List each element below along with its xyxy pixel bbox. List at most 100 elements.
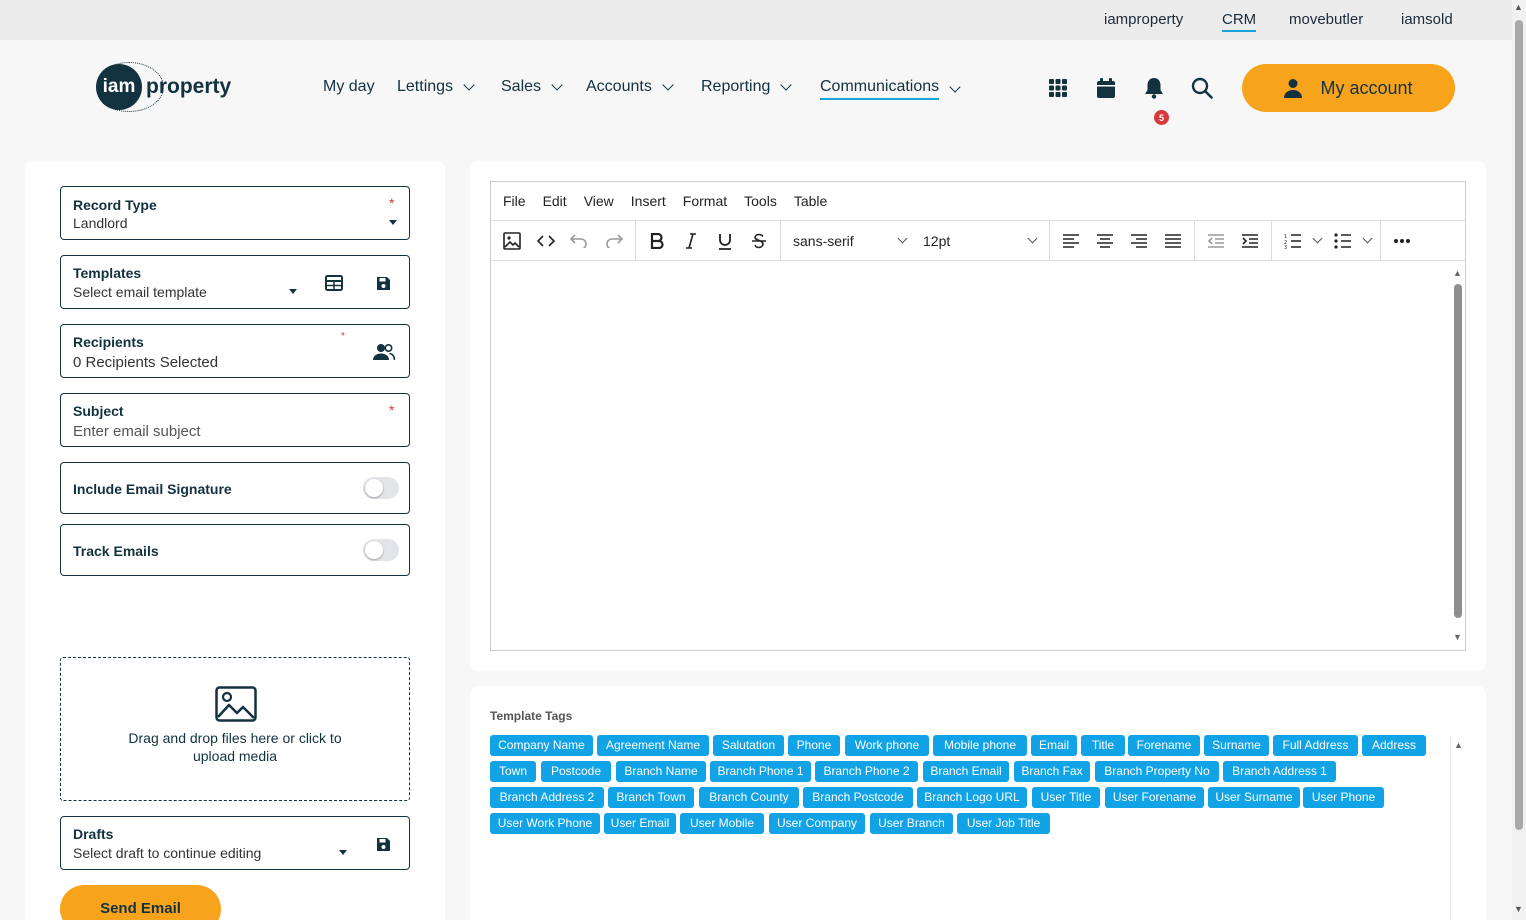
save-icon[interactable]: [376, 837, 391, 857]
tag-chip[interactable]: Branch Phone 1: [710, 761, 811, 782]
menu-table[interactable]: Table: [794, 193, 827, 209]
tag-chip[interactable]: Title: [1081, 735, 1125, 756]
align-justify-icon[interactable]: [1162, 230, 1184, 252]
link-iamsold[interactable]: iamsold: [1401, 11, 1453, 28]
scroll-down-arrow-icon[interactable]: ▼: [1514, 904, 1523, 914]
tag-chip[interactable]: Branch Address 2: [490, 787, 604, 808]
link-iamproperty[interactable]: iamproperty: [1104, 11, 1183, 28]
tag-chip[interactable]: User Forename: [1105, 787, 1204, 808]
tag-chip[interactable]: User Work Phone: [490, 813, 600, 834]
tag-chip[interactable]: Full Address: [1273, 735, 1358, 756]
search-icon[interactable]: [1190, 76, 1214, 100]
scroll-up-arrow-icon[interactable]: ▲: [1514, 2, 1523, 12]
undo-icon[interactable]: [568, 230, 590, 252]
include-signature-toggle[interactable]: [363, 477, 399, 499]
tag-chip[interactable]: User Mobile: [680, 813, 764, 834]
editor-scrollbar[interactable]: ▲ ▼: [1453, 268, 1463, 644]
tag-chip[interactable]: Postcode: [541, 761, 611, 782]
bullet-list-icon[interactable]: [1332, 230, 1354, 252]
tag-chip[interactable]: User Title: [1032, 787, 1100, 808]
italic-icon[interactable]: [680, 230, 702, 252]
tag-chip[interactable]: Branch Phone 2: [815, 761, 918, 782]
chevron-down-icon[interactable]: [897, 233, 908, 244]
link-crm[interactable]: CRM: [1222, 11, 1257, 32]
track-emails-toggle[interactable]: [363, 539, 399, 561]
editor-scrollbar-thumb[interactable]: [1454, 284, 1462, 618]
caret-down-icon[interactable]: [339, 850, 347, 855]
iamproperty-logo[interactable]: iam property: [94, 62, 231, 112]
page-scrollbar[interactable]: ▲ ▼: [1512, 0, 1526, 920]
scroll-down-arrow-icon[interactable]: ▼: [1453, 632, 1462, 642]
menu-tools[interactable]: Tools: [744, 193, 777, 209]
apps-grid-icon[interactable]: [1046, 76, 1070, 100]
tag-chip[interactable]: Work phone: [845, 735, 929, 756]
bell-icon[interactable]: [1142, 76, 1166, 100]
templates-select[interactable]: Templates Select email template: [60, 255, 410, 309]
font-family-value[interactable]: sans-serif: [793, 233, 854, 249]
tag-chip[interactable]: Mobile phone: [933, 735, 1027, 756]
my-account-button[interactable]: My account: [1242, 64, 1455, 112]
tag-chip[interactable]: Address: [1362, 735, 1426, 756]
outdent-icon[interactable]: [1205, 230, 1227, 252]
tag-chip[interactable]: Town: [490, 761, 536, 782]
menu-edit[interactable]: Edit: [543, 193, 567, 209]
scroll-up-arrow-icon[interactable]: ▲: [1454, 740, 1463, 750]
record-type-select[interactable]: Record Type Landlord *: [60, 186, 410, 240]
chevron-down-icon[interactable]: [1312, 233, 1323, 244]
tag-chip[interactable]: Surname: [1204, 735, 1269, 756]
tag-chip[interactable]: Branch Property No: [1095, 761, 1219, 782]
tag-chip[interactable]: User Phone: [1303, 787, 1384, 808]
chevron-down-icon[interactable]: [1362, 233, 1373, 244]
tag-chip[interactable]: User Email: [604, 813, 676, 834]
menu-view[interactable]: View: [584, 193, 614, 209]
align-center-icon[interactable]: [1094, 230, 1116, 252]
tag-chip[interactable]: Email: [1031, 735, 1077, 756]
menu-insert[interactable]: Insert: [631, 193, 666, 209]
more-options-icon[interactable]: [1391, 230, 1413, 252]
redo-icon[interactable]: [603, 230, 625, 252]
link-movebutler[interactable]: movebutler: [1289, 11, 1363, 28]
insert-image-icon[interactable]: [501, 230, 523, 252]
tag-chip[interactable]: Branch County: [699, 787, 799, 808]
numbered-list-icon[interactable]: 123: [1282, 230, 1304, 252]
tag-chip[interactable]: Salutation: [713, 735, 784, 756]
caret-down-icon[interactable]: [289, 289, 297, 294]
tag-chip[interactable]: Branch Fax: [1014, 761, 1090, 782]
calendar-icon[interactable]: [1094, 76, 1118, 100]
tag-chip[interactable]: Phone: [788, 735, 840, 756]
recipients-field[interactable]: Recipients 0 Recipients Selected *: [60, 324, 410, 378]
tag-chip[interactable]: Forename: [1128, 735, 1200, 756]
tag-chip[interactable]: Agreement Name: [597, 735, 709, 756]
chevron-down-icon[interactable]: [1027, 233, 1038, 244]
tag-chip[interactable]: Branch Town: [608, 787, 694, 808]
nav-sales[interactable]: Sales: [501, 78, 563, 96]
template-table-icon[interactable]: [325, 275, 343, 296]
scroll-up-arrow-icon[interactable]: ▲: [1453, 268, 1462, 278]
nav-accounts[interactable]: Accounts: [586, 78, 674, 96]
menu-format[interactable]: Format: [683, 193, 727, 209]
nav-communications[interactable]: Communications: [820, 78, 961, 100]
tag-chip[interactable]: User Branch: [870, 813, 953, 834]
subject-input[interactable]: Subject Enter email subject *: [60, 393, 410, 447]
media-dropzone[interactable]: Drag and drop files here or click to upl…: [60, 657, 410, 801]
save-icon[interactable]: [376, 276, 391, 296]
nav-my-day[interactable]: My day: [323, 78, 375, 96]
people-icon[interactable]: [373, 343, 396, 366]
drafts-select[interactable]: Drafts Select draft to continue editing: [60, 816, 410, 870]
bold-icon[interactable]: [646, 230, 668, 252]
tag-chip[interactable]: Branch Name: [616, 761, 706, 782]
send-email-button[interactable]: Send Email: [60, 885, 221, 920]
align-left-icon[interactable]: [1060, 230, 1082, 252]
tag-chip[interactable]: User Job Title: [957, 813, 1050, 834]
page-scrollbar-thumb[interactable]: [1515, 20, 1523, 830]
align-right-icon[interactable]: [1128, 230, 1150, 252]
tag-chip[interactable]: Branch Address 1: [1223, 761, 1336, 782]
font-size-value[interactable]: 12pt: [923, 233, 950, 249]
source-code-icon[interactable]: [535, 230, 557, 252]
nav-reporting[interactable]: Reporting: [701, 78, 793, 96]
indent-icon[interactable]: [1239, 230, 1261, 252]
menu-file[interactable]: File: [503, 193, 526, 209]
tag-chip[interactable]: Branch Logo URL: [917, 787, 1027, 808]
tag-chip[interactable]: Branch Postcode: [803, 787, 913, 808]
tag-chip[interactable]: Branch Email: [923, 761, 1009, 782]
